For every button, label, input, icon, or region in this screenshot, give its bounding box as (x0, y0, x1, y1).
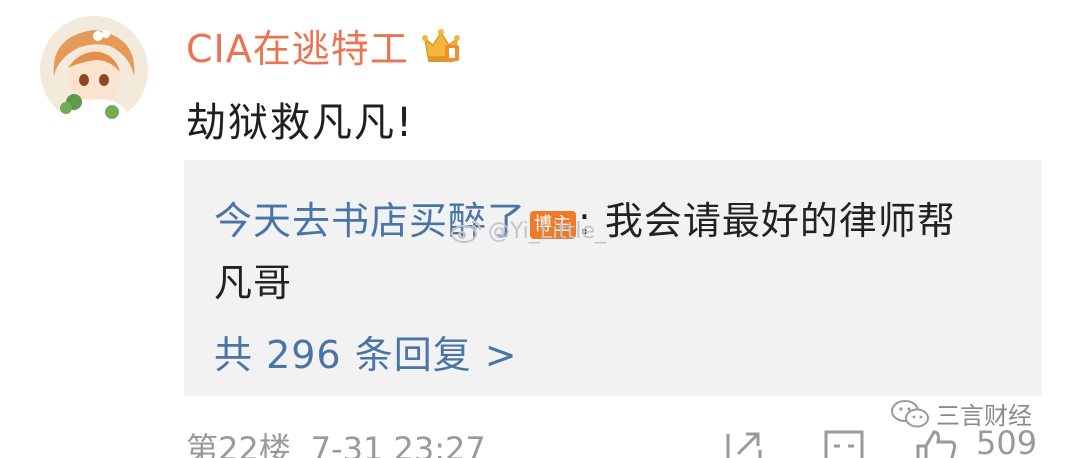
comment-datetime: 7-31 23:27 (310, 430, 486, 458)
crown-icon (419, 23, 463, 67)
thumbs-up-icon[interactable] (914, 426, 958, 458)
weibo-watermark: @Yi_Little_ (450, 218, 606, 244)
reply-text-1: : 我会请最好的律师帮 (578, 199, 956, 243)
reply-box[interactable]: 今天去书店买醉了 博主: 我会请最好的律师帮 凡哥 共 296 条回复 > (184, 160, 1042, 396)
username-text[interactable]: CIA在逃特工 (186, 18, 409, 73)
floor-number: 第22楼 (186, 430, 291, 458)
comment-icon[interactable] (822, 426, 866, 458)
wechat-icon (890, 398, 930, 430)
comment-meta: 第22楼 7-31 23:27 (186, 424, 486, 458)
avatar[interactable] (40, 16, 148, 124)
view-replies-link[interactable]: 共 296 条回复 > (214, 324, 518, 379)
username[interactable]: CIA在逃特工 (186, 18, 463, 73)
weibo-icon (450, 218, 482, 244)
share-icon[interactable] (722, 426, 766, 458)
watermark-handle: @Yi_Little_ (488, 218, 607, 244)
comment-text: 劫狱救凡凡! (186, 100, 415, 146)
like-count: 509 (976, 424, 1038, 458)
reply-line-2: 凡哥 (214, 261, 293, 305)
